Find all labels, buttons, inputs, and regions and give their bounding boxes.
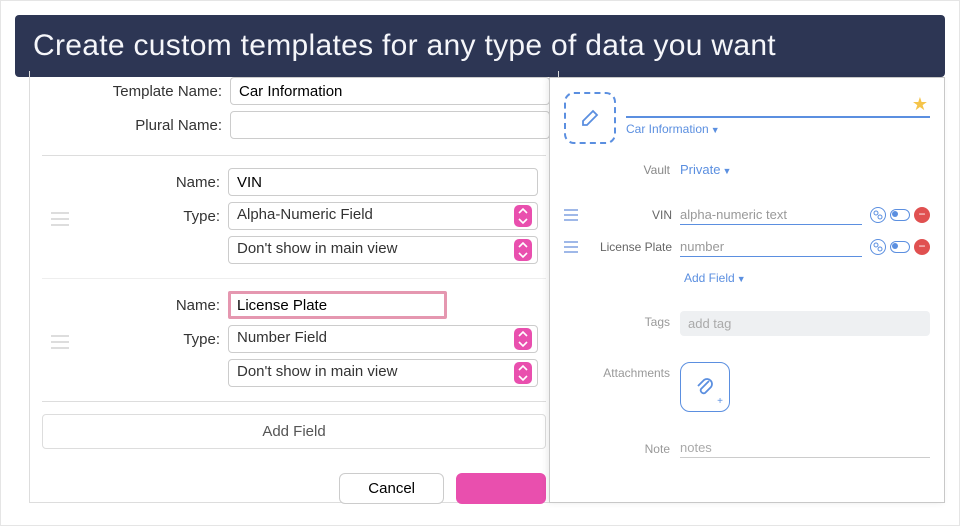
vault-label: Vault	[564, 163, 670, 177]
preview-field-row: License Plate number −	[564, 237, 930, 257]
drag-handle-icon[interactable]	[42, 212, 78, 226]
vault-selector[interactable]: Private▼	[680, 162, 930, 177]
preview-panel: ★ Car Information▼ Vault Private▼ VIN al…	[549, 77, 945, 503]
item-title-input[interactable]	[626, 92, 930, 118]
toggle-icon[interactable]	[890, 209, 910, 221]
preview-add-field[interactable]: Add Field▼	[684, 271, 930, 285]
field-name-label: Name:	[78, 174, 228, 191]
pencil-icon	[579, 107, 601, 129]
remove-field-button[interactable]: −	[914, 239, 930, 255]
add-attachment-button[interactable]: +	[680, 362, 730, 412]
category-selector[interactable]: Car Information▼	[626, 122, 930, 136]
plural-name-input[interactable]	[230, 111, 550, 139]
note-input[interactable]: notes	[680, 438, 930, 458]
field-name-input[interactable]	[228, 168, 538, 196]
drag-handle-icon[interactable]	[564, 241, 578, 253]
remove-field-button[interactable]: −	[914, 207, 930, 223]
preview-field-label: VIN	[586, 208, 672, 222]
paperclip-icon	[693, 375, 717, 399]
field-type-select[interactable]: Alpha-Numeric Field	[228, 202, 538, 230]
plural-name-row: Plural Name:	[38, 111, 550, 139]
field-visibility-select[interactable]: Don't show in main view	[228, 236, 538, 264]
field-group: Name: Type: Alpha-Numeric Field	[42, 156, 546, 278]
preview-field-input[interactable]: number	[680, 237, 862, 257]
banner: Create custom templates for any type of …	[15, 15, 945, 77]
save-button[interactable]	[456, 473, 546, 504]
field-type-select[interactable]: Number Field	[228, 325, 538, 353]
stepper-icon[interactable]	[514, 239, 532, 261]
tags-label: Tags	[564, 311, 670, 329]
plural-name-label: Plural Name:	[38, 117, 230, 134]
link-icon[interactable]	[870, 239, 886, 255]
preview-field-label: License Plate	[586, 240, 672, 254]
preview-field-input[interactable]: alpha-numeric text	[680, 205, 862, 225]
field-group: Name: Type: Number Field	[42, 278, 546, 401]
note-label: Note	[564, 438, 670, 456]
field-type-label: Type:	[78, 331, 228, 348]
template-name-label: Template Name:	[38, 83, 230, 100]
drag-handle-icon[interactable]	[564, 209, 578, 221]
field-name-label: Name:	[78, 297, 228, 314]
preview-field-row: VIN alpha-numeric text −	[564, 205, 930, 225]
cancel-button[interactable]: Cancel	[339, 473, 444, 504]
link-icon[interactable]	[870, 207, 886, 223]
field-type-label: Type:	[78, 208, 228, 225]
toggle-icon[interactable]	[890, 241, 910, 253]
field-name-input[interactable]	[228, 291, 447, 319]
tags-input[interactable]: add tag	[680, 311, 930, 336]
stepper-icon[interactable]	[514, 328, 532, 350]
template-editor-panel: Template Name: Plural Name: Name: Type:	[29, 71, 559, 503]
template-name-input[interactable]	[230, 77, 550, 105]
field-visibility-select[interactable]: Don't show in main view	[228, 359, 538, 387]
template-name-row: Template Name:	[38, 77, 550, 105]
attachments-label: Attachments	[564, 362, 670, 380]
add-field-button[interactable]: Add Field	[42, 414, 546, 449]
stepper-icon[interactable]	[514, 205, 532, 227]
stepper-icon[interactable]	[514, 362, 532, 384]
template-icon-picker[interactable]	[564, 92, 616, 144]
drag-handle-icon[interactable]	[42, 335, 78, 349]
